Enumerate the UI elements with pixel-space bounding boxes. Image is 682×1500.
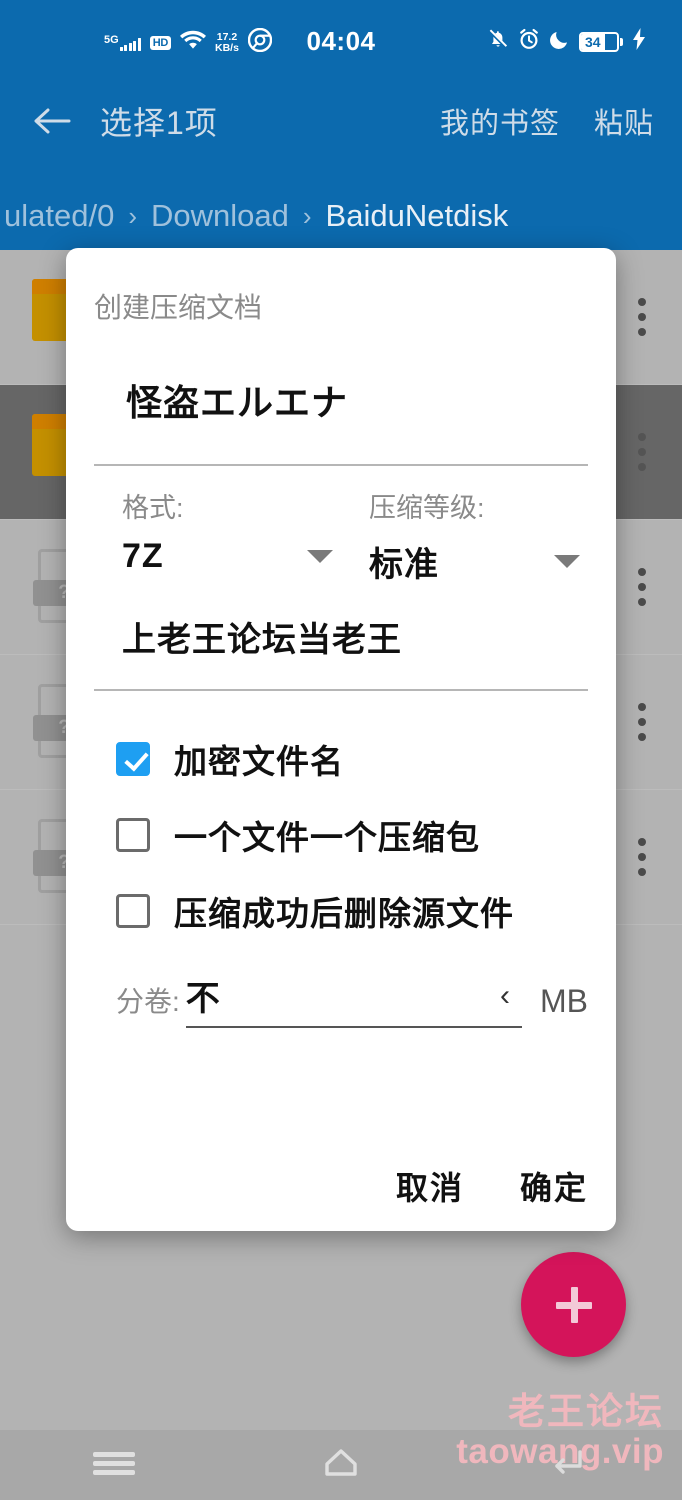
breadcrumb-item-1[interactable]: Download	[151, 198, 289, 234]
overflow-menu-icon[interactable]	[638, 568, 646, 606]
dialog-title: 创建压缩文档	[94, 292, 263, 323]
overflow-menu-icon[interactable]	[638, 703, 646, 741]
battery-icon: 34	[579, 31, 623, 52]
split-label: 分卷:	[116, 986, 180, 1017]
compression-level-selector[interactable]: 压缩等级: 标准	[341, 486, 588, 586]
create-archive-dialog: 创建压缩文档 怪盗エルエナ 格式: 7Z 压缩等级: 标准 上老王论坛当老王 加…	[66, 248, 616, 1231]
level-label: 压缩等级:	[369, 493, 485, 523]
checkbox-label: 加密文件名	[174, 743, 344, 780]
moon-icon	[549, 29, 570, 55]
cancel-button[interactable]: 取消	[396, 1163, 464, 1209]
level-value: 标准	[369, 546, 439, 584]
lightning-bolt-icon	[632, 28, 646, 55]
system-navigation-bar	[0, 1426, 682, 1500]
checkbox-icon-checked[interactable]	[116, 742, 150, 776]
format-value: 7Z	[122, 537, 164, 575]
password-input[interactable]: 上老王论坛当老王	[122, 612, 588, 661]
paste-button[interactable]: 粘贴	[594, 100, 654, 142]
add-button[interactable]	[521, 1252, 626, 1357]
chevron-right-icon: ›	[128, 200, 137, 231]
checkbox-delete-source-after[interactable]: 压缩成功后删除源文件	[116, 873, 588, 949]
back-button[interactable]	[30, 99, 74, 143]
split-unit-label: MB	[540, 983, 588, 1019]
action-bar: 选择1项 我的书签 粘贴	[0, 78, 682, 164]
split-size-input[interactable]: 不 ‹	[185, 971, 522, 1028]
back-button-nav[interactable]	[528, 1437, 608, 1489]
split-volume-row: 分卷: 不 ‹ MB	[116, 971, 588, 1028]
overflow-menu-icon[interactable]	[638, 298, 646, 336]
chevron-down-icon[interactable]	[307, 550, 333, 563]
format-selector[interactable]: 格式: 7Z	[94, 486, 341, 586]
archive-name-input[interactable]: 怪盗エルエナ	[126, 374, 588, 426]
plus-icon	[552, 1283, 596, 1327]
checkbox-label: 压缩成功后删除源文件	[174, 895, 514, 932]
chevron-right-icon: ›	[302, 200, 312, 231]
bell-muted-icon	[487, 28, 509, 55]
split-value: 不	[185, 980, 220, 1018]
divider	[94, 689, 588, 691]
checkbox-icon-unchecked[interactable]	[116, 894, 150, 928]
confirm-button[interactable]: 确定	[520, 1163, 588, 1209]
overflow-menu-icon[interactable]	[638, 433, 646, 471]
home-button[interactable]	[301, 1437, 381, 1489]
breadcrumb-item-0[interactable]: ulated/0	[4, 198, 114, 234]
checkbox-one-archive-per-file[interactable]: 一个文件一个压缩包	[116, 797, 588, 873]
page-title: 选择1项	[100, 105, 218, 141]
phone-screen: ? ? ? 5G HD 17.2 KB/s 04:04 34 选择1项 我的书签…	[0, 0, 682, 1500]
breadcrumb-item-2[interactable]: BaiduNetdisk	[326, 198, 509, 234]
status-bar: 5G HD 17.2 KB/s 04:04 34	[0, 0, 682, 72]
divider	[94, 464, 588, 466]
chevron-left-icon[interactable]: ‹	[500, 979, 510, 1013]
app-header: 5G HD 17.2 KB/s 04:04 34 选择1项 我的书签 粘贴 ul…	[0, 0, 682, 250]
checkbox-icon-unchecked[interactable]	[116, 818, 150, 852]
checkbox-label: 一个文件一个压缩包	[174, 819, 480, 856]
breadcrumb: ulated/0 › Download › BaiduNetdisk	[0, 186, 682, 246]
my-bookmarks-button[interactable]: 我的书签	[440, 100, 560, 142]
checkbox-encrypt-filenames[interactable]: 加密文件名	[116, 721, 588, 797]
alarm-clock-icon	[518, 28, 540, 55]
chevron-down-icon[interactable]	[554, 555, 580, 568]
battery-percent: 34	[581, 33, 605, 50]
options-group: 加密文件名 一个文件一个压缩包 压缩成功后删除源文件	[94, 721, 588, 949]
format-label: 格式:	[122, 493, 184, 523]
recents-button[interactable]	[74, 1437, 154, 1489]
overflow-menu-icon[interactable]	[638, 838, 646, 876]
